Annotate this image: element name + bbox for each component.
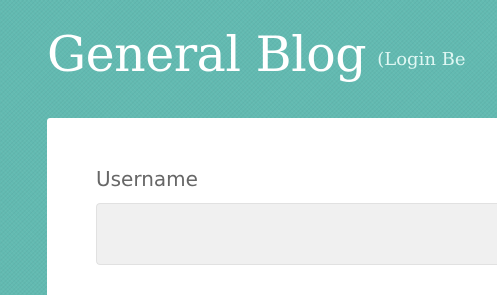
site-header: General Blog (Login Be	[47, 24, 466, 86]
username-label: Username	[96, 167, 198, 191]
login-link[interactable]: (Login Be	[377, 49, 465, 70]
login-panel: Username	[47, 118, 497, 295]
site-title: General Blog	[47, 26, 367, 83]
username-input[interactable]	[96, 203, 497, 265]
